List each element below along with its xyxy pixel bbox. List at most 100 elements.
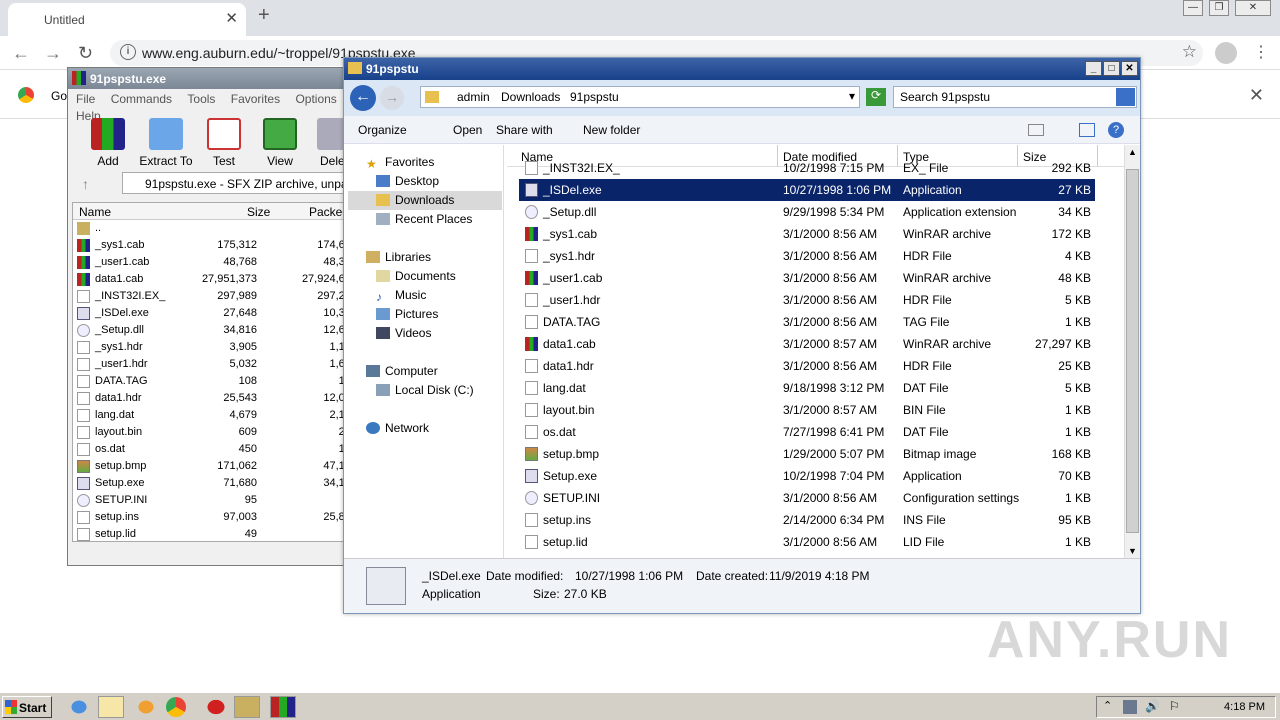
- archive-row[interactable]: _user1.cab 48,768 48,376: [73, 254, 357, 271]
- crumb-downloads[interactable]: Downloads: [501, 90, 560, 104]
- close-button[interactable]: ✕: [1121, 61, 1138, 76]
- installer-taskbar-icon[interactable]: [234, 696, 260, 718]
- file-row[interactable]: data1.cab 3/1/2000 8:57 AM WinRAR archive 2…: [519, 333, 1095, 355]
- forward-arrow-icon[interactable]: →: [44, 43, 62, 64]
- refresh-icon[interactable]: ⟳: [866, 88, 886, 106]
- file-row[interactable]: setup.ins 2/14/2000 6:34 PM INS File 95 KB: [519, 509, 1095, 531]
- close-window-button[interactable]: ✕: [1235, 0, 1271, 16]
- nav-music[interactable]: ♪ Music: [376, 288, 426, 304]
- browser-tab[interactable]: Untitled ✕: [8, 3, 246, 36]
- archive-row[interactable]: _sys1.cab 175,312 174,628: [73, 237, 357, 254]
- media-player-icon[interactable]: [133, 696, 159, 718]
- up-folder-icon[interactable]: ↑: [82, 176, 89, 192]
- search-icon[interactable]: [1116, 88, 1135, 106]
- nav-desktop[interactable]: Desktop: [376, 174, 439, 188]
- flag-icon[interactable]: ⚐: [1169, 699, 1180, 713]
- volume-icon[interactable]: 🔊: [1145, 699, 1160, 713]
- share-with-button[interactable]: Share with: [496, 123, 553, 137]
- explorer-taskbar-icon[interactable]: [98, 696, 124, 718]
- maximize-button[interactable]: □: [1103, 61, 1120, 76]
- bookmark-label[interactable]: Go: [51, 89, 67, 103]
- archive-row[interactable]: Setup.exe 71,680 34,141: [73, 475, 357, 492]
- col-size[interactable]: Size: [247, 205, 270, 219]
- archive-file-list[interactable]: Name Size Packed .. _sys1.cab 175,312 174,…: [72, 202, 358, 542]
- nav-local-disk[interactable]: Local Disk (C:): [376, 383, 474, 397]
- help-icon[interactable]: ?: [1108, 122, 1124, 138]
- file-row[interactable]: setup.lid 3/1/2000 8:56 AM LID File 1 KB: [519, 531, 1095, 553]
- file-row[interactable]: _ISDel.exe 10/27/1998 1:06 PM Application 2…: [519, 179, 1095, 201]
- archive-row[interactable]: setup.bmp 171,062 47,175: [73, 458, 357, 475]
- archive-row[interactable]: layout.bin609243: [73, 424, 357, 441]
- nav-recent-places[interactable]: Recent Places: [376, 212, 472, 226]
- organize-button[interactable]: Organize: [358, 123, 407, 137]
- file-row[interactable]: layout.bin 3/1/2000 8:57 AM BIN File 1 KB: [519, 399, 1095, 421]
- file-row[interactable]: _user1.cab 3/1/2000 8:56 AM WinRAR archive…: [519, 267, 1095, 289]
- archive-row[interactable]: data1.cab 27,951,373 27,924,621: [73, 271, 357, 288]
- archive-row[interactable]: setup.lid4945: [73, 526, 357, 541]
- extract-to-button[interactable]: Extract To: [136, 118, 196, 168]
- profile-avatar[interactable]: [1215, 42, 1237, 64]
- minimize-button[interactable]: —: [1183, 0, 1203, 16]
- restore-button[interactable]: ❐: [1209, 0, 1229, 16]
- nav-documents[interactable]: Documents: [376, 269, 456, 283]
- file-row[interactable]: os.dat 7/27/1998 6:41 PM DAT File 1 KB: [519, 421, 1095, 443]
- reload-icon[interactable]: ↻: [78, 43, 93, 64]
- file-row[interactable]: setup.bmp 1/29/2000 5:07 PM Bitmap image 16…: [519, 443, 1095, 465]
- file-list[interactable]: Name Date modified Type Size _INST32I.EX…: [507, 145, 1124, 558]
- view-button[interactable]: View: [250, 118, 310, 168]
- explorer-titlebar[interactable]: 91pspstu _ □ ✕: [344, 58, 1140, 80]
- file-row[interactable]: _sys1.cab 3/1/2000 8:56 AM WinRAR archive 1…: [519, 223, 1095, 245]
- crumb-91pspstu[interactable]: 91pspstu: [570, 90, 619, 104]
- menu-file[interactable]: File: [76, 92, 95, 106]
- archive-row[interactable]: _user1.hdr5,0321,630: [73, 356, 357, 373]
- crumb-admin[interactable]: admin: [457, 90, 490, 104]
- history-dropdown-icon[interactable]: ▾: [849, 89, 855, 103]
- archive-row[interactable]: DATA.TAG108103: [73, 373, 357, 390]
- tab-close-icon[interactable]: ✕: [225, 9, 238, 27]
- archive-path-field[interactable]: 91pspstu.exe - SFX ZIP archive, unpacke: [122, 172, 366, 194]
- view-options-icon[interactable]: [1028, 124, 1044, 136]
- parent-folder-row[interactable]: ..: [73, 220, 357, 237]
- info-icon[interactable]: i: [120, 44, 136, 60]
- nav-network[interactable]: Network: [366, 421, 429, 435]
- col-name[interactable]: Name: [79, 205, 111, 219]
- file-row[interactable]: _sys1.hdr 3/1/2000 8:56 AM HDR File 4 KB: [519, 245, 1095, 267]
- winrar-titlebar[interactable]: 91pspstu.exe: [68, 68, 356, 89]
- back-arrow-icon[interactable]: ←: [12, 43, 30, 64]
- start-button[interactable]: Start: [2, 696, 52, 718]
- archive-row[interactable]: _INST32I.EX_ 297,989 297,209: [73, 288, 357, 305]
- nav-computer[interactable]: Computer: [366, 364, 438, 378]
- nav-libraries[interactable]: Libraries: [366, 250, 431, 264]
- infobar-close-icon[interactable]: ✕: [1249, 85, 1264, 106]
- vertical-scrollbar[interactable]: ▲ ▼: [1124, 145, 1140, 558]
- new-tab-button[interactable]: +: [258, 4, 270, 27]
- archive-row[interactable]: data1.hdr 25,543 12,067: [73, 390, 357, 407]
- bookmark-star-icon[interactable]: ☆: [1182, 42, 1197, 62]
- archive-row[interactable]: lang.dat4,6792,140: [73, 407, 357, 424]
- nav-videos[interactable]: Videos: [376, 326, 431, 340]
- nav-downloads[interactable]: Downloads: [348, 191, 502, 210]
- file-row[interactable]: lang.dat 9/18/1998 3:12 PM DAT File 5 KB: [519, 377, 1095, 399]
- add-button[interactable]: Add: [78, 118, 138, 168]
- archive-row[interactable]: _ISDel.exe 27,648 10,332: [73, 305, 357, 322]
- open-button[interactable]: Open: [453, 123, 482, 137]
- archive-row[interactable]: _Setup.dll 34,816 12,656: [73, 322, 357, 339]
- preview-pane-icon[interactable]: [1079, 123, 1095, 137]
- breadcrumb[interactable]: admin Downloads 91pspstu ▾: [420, 86, 860, 108]
- forward-arrow-icon[interactable]: →: [380, 86, 404, 110]
- chrome-taskbar-icon[interactable]: [166, 697, 186, 717]
- scroll-down-icon[interactable]: ▼: [1128, 546, 1137, 556]
- archive-row[interactable]: _sys1.hdr3,9051,154: [73, 339, 357, 356]
- ie-icon[interactable]: [66, 696, 92, 718]
- scroll-up-icon[interactable]: ▲: [1128, 147, 1137, 157]
- file-row[interactable]: data1.hdr 3/1/2000 8:56 AM HDR File 25 KB: [519, 355, 1095, 377]
- opera-icon[interactable]: [203, 696, 229, 718]
- archive-row[interactable]: SETUP.INI9595: [73, 492, 357, 509]
- menu-options[interactable]: Options: [295, 92, 336, 106]
- nav-pictures[interactable]: Pictures: [376, 307, 438, 321]
- file-row[interactable]: SETUP.INI 3/1/2000 8:56 AM Configuration s…: [519, 487, 1095, 509]
- menu-commands[interactable]: Commands: [111, 92, 172, 106]
- menu-favorites[interactable]: Favorites: [231, 92, 280, 106]
- archive-row[interactable]: os.dat450169: [73, 441, 357, 458]
- menu-icon[interactable]: ⋮: [1253, 42, 1269, 62]
